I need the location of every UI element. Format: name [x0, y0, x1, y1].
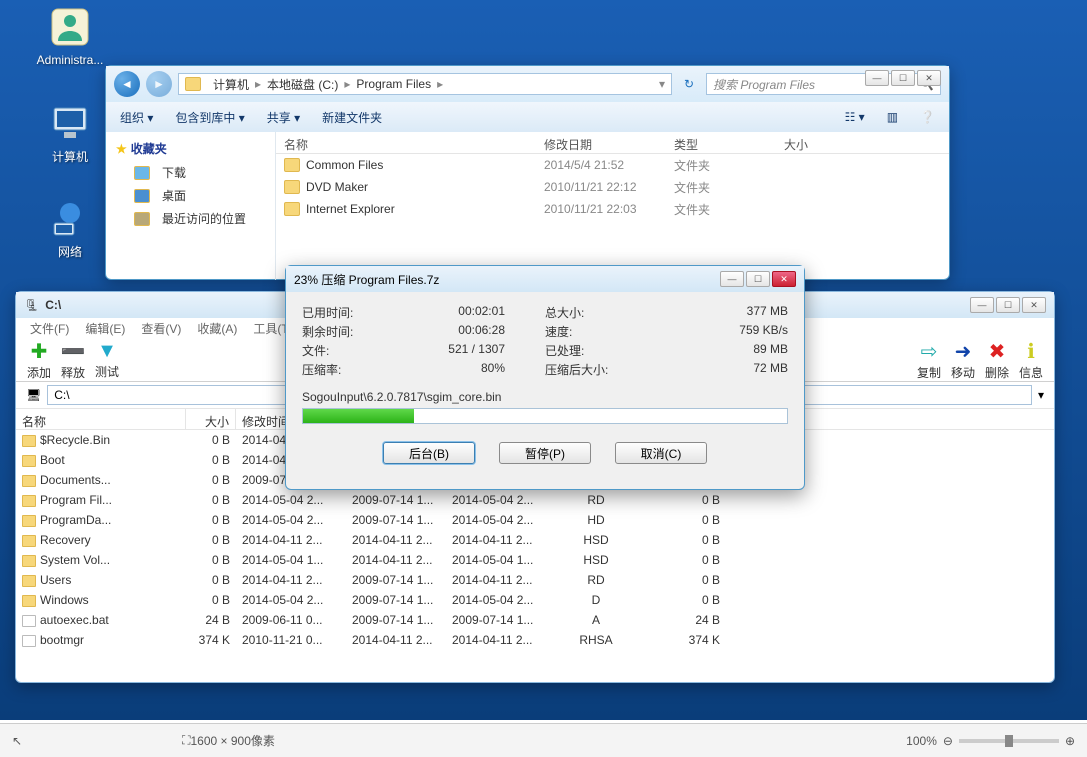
- delete-button[interactable]: ✖删除: [980, 339, 1014, 381]
- list-item[interactable]: Program Fil...0 B2014-05-04 2...2009-07-…: [16, 490, 1054, 510]
- close-button[interactable]: ✕: [772, 271, 796, 287]
- col-size[interactable]: 大小: [186, 409, 236, 429]
- progress-bar: [302, 408, 788, 424]
- zoom-in[interactable]: ⊕: [1065, 734, 1075, 748]
- col-type[interactable]: 类型: [666, 132, 776, 153]
- desktop-computer-icon[interactable]: 计算机: [35, 100, 105, 165]
- test-button[interactable]: ▼测试: [90, 340, 124, 380]
- desktop: Administra... 计算机 网络 — ☐ ✕ ◄ ► 计算机▸ 本地磁盘…: [0, 0, 1087, 720]
- close-button[interactable]: ✕: [917, 70, 941, 86]
- minimize-button[interactable]: —: [970, 297, 994, 313]
- folder-icon: [185, 77, 201, 91]
- col-name[interactable]: 名称: [276, 132, 536, 153]
- list-item[interactable]: DVD Maker2010/11/21 22:12文件夹: [276, 176, 949, 198]
- forward-button[interactable]: ►: [146, 71, 172, 97]
- sidebar-desktop[interactable]: 桌面: [116, 184, 265, 207]
- dimensions-icon: ⛶: [182, 733, 190, 748]
- maximize-button[interactable]: ☐: [891, 70, 915, 86]
- list-item[interactable]: Common Files2014/5/4 21:52文件夹: [276, 154, 949, 176]
- zoom-slider[interactable]: [959, 739, 1059, 743]
- cancel-button[interactable]: 取消(C): [615, 442, 707, 464]
- move-button[interactable]: ➜移动: [946, 339, 980, 381]
- menu-file[interactable]: 文件(F): [22, 318, 77, 338]
- resolution-text: 1600 × 900像素: [190, 732, 274, 749]
- extract-button[interactable]: ➖释放: [56, 339, 90, 381]
- sidebar-downloads[interactable]: 下载: [116, 161, 265, 184]
- info-button[interactable]: ℹ信息: [1014, 339, 1048, 381]
- explorer-window: — ☐ ✕ ◄ ► 计算机▸ 本地磁盘 (C:)▸ Program Files▸…: [105, 65, 950, 280]
- minimize-button[interactable]: —: [865, 70, 889, 86]
- list-item[interactable]: Users0 B2014-04-11 2...2009-07-14 1...20…: [16, 570, 1054, 590]
- list-item[interactable]: autoexec.bat24 B2009-06-11 0...2009-07-1…: [16, 610, 1054, 630]
- add-button[interactable]: ✚添加: [22, 339, 56, 381]
- menu-edit[interactable]: 编辑(E): [77, 318, 133, 338]
- back-button[interactable]: ◄: [114, 71, 140, 97]
- zoom-text: 100%: [906, 734, 937, 748]
- share-menu[interactable]: 共享 ▾: [267, 109, 300, 126]
- sidebar-recent[interactable]: 最近访问的位置: [116, 207, 265, 230]
- view-menu[interactable]: ☷ ▾: [845, 110, 865, 124]
- refresh-button[interactable]: ↻: [678, 77, 700, 91]
- explorer-file-list: 名称 修改日期 类型 大小 Common Files2014/5/4 21:52…: [276, 132, 949, 280]
- pause-button[interactable]: 暂停(P): [499, 442, 591, 464]
- dialog-title: 23% 压缩 Program Files.7z: [294, 271, 720, 288]
- organize-menu[interactable]: 组织 ▾: [120, 109, 153, 126]
- breadcrumb[interactable]: 计算机▸ 本地磁盘 (C:)▸ Program Files▸ ▾: [178, 73, 672, 95]
- menu-view[interactable]: 查看(V): [133, 318, 189, 338]
- include-menu[interactable]: 包含到库中 ▾: [175, 109, 244, 126]
- current-file: SogouInput\6.2.0.7817\sgim_core.bin: [302, 390, 788, 404]
- list-item[interactable]: Internet Explorer2010/11/21 22:03文件夹: [276, 198, 949, 220]
- maximize-button[interactable]: ☐: [996, 297, 1020, 313]
- help-button[interactable]: ❔: [920, 110, 935, 124]
- viewer-statusbar: ↖ ⛶ 1600 × 900像素 100% ⊖ ⊕: [0, 723, 1087, 757]
- explorer-nav: ◄ ► 计算机▸ 本地磁盘 (C:)▸ Program Files▸ ▾ ↻ 搜…: [106, 66, 949, 102]
- close-button[interactable]: ✕: [1022, 297, 1046, 313]
- sevenzip-icon: 🗜: [24, 298, 39, 312]
- menu-fav[interactable]: 收藏(A): [189, 318, 245, 338]
- explorer-toolbar: 组织 ▾ 包含到库中 ▾ 共享 ▾ 新建文件夹 ☷ ▾ ▥ ❔: [106, 102, 949, 132]
- list-item[interactable]: ProgramDa...0 B2014-05-04 2...2009-07-14…: [16, 510, 1054, 530]
- list-item[interactable]: Recovery0 B2014-04-11 2...2014-04-11 2..…: [16, 530, 1054, 550]
- zoom-out[interactable]: ⊖: [943, 734, 953, 748]
- col-name[interactable]: 名称: [16, 409, 186, 429]
- favorites-header[interactable]: ★收藏夹: [116, 140, 265, 157]
- new-folder-button[interactable]: 新建文件夹: [322, 109, 382, 126]
- list-item[interactable]: System Vol...0 B2014-05-04 1...2014-04-1…: [16, 550, 1054, 570]
- list-item[interactable]: Windows0 B2014-05-04 2...2009-07-14 1...…: [16, 590, 1054, 610]
- desktop-network-icon[interactable]: 网络: [35, 195, 105, 260]
- computer-icon[interactable]: 🖥: [26, 388, 41, 402]
- col-date[interactable]: 修改日期: [536, 132, 666, 153]
- preview-pane-button[interactable]: ▥: [887, 110, 898, 124]
- list-item[interactable]: bootmgr374 K2010-11-21 0...2014-04-11 2.…: [16, 630, 1054, 650]
- explorer-sidebar: ★收藏夹 下载 桌面 最近访问的位置: [106, 132, 276, 280]
- compress-progress-dialog: 23% 压缩 Program Files.7z — ☐ ✕ 已用时间:00:02…: [285, 265, 805, 490]
- progress-stats: 已用时间:00:02:01 剩余时间:00:06:28 文件:521 / 130…: [302, 302, 788, 380]
- pointer-icon: ↖: [12, 734, 22, 748]
- background-button[interactable]: 后台(B): [383, 442, 475, 464]
- copy-button[interactable]: ⇨复制: [912, 339, 946, 381]
- explorer-window-controls: — ☐ ✕: [865, 70, 941, 86]
- col-size[interactable]: 大小: [776, 132, 846, 153]
- maximize-button[interactable]: ☐: [746, 271, 770, 287]
- minimize-button[interactable]: —: [720, 271, 744, 287]
- desktop-admin-icon[interactable]: Administra...: [35, 5, 105, 67]
